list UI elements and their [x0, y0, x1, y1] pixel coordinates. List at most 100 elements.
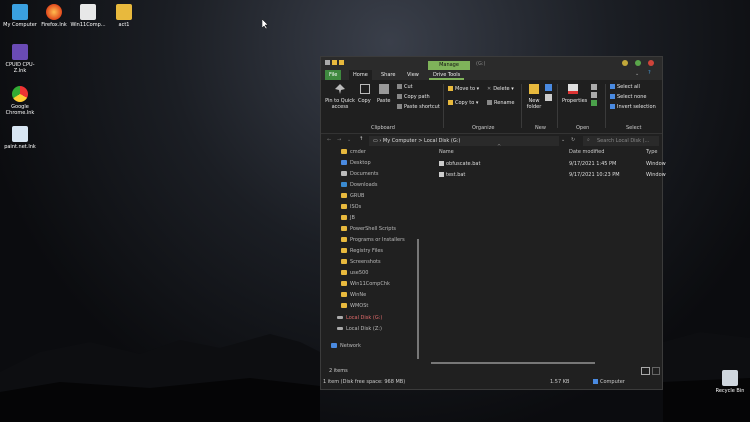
nav-item-downloads[interactable]: Downloads [341, 182, 377, 188]
group-label-open: Open [576, 125, 590, 131]
breadcrumb-local-disk[interactable]: Local Disk (G:) [424, 138, 460, 144]
nav-item-powershell-scripts[interactable]: PowerShell Scripts [341, 226, 396, 232]
delete-label: Delete [493, 86, 510, 92]
tab-drive-tools[interactable]: Drive Tools [429, 70, 465, 80]
desktop-icon-cpuz[interactable]: CPUID CPU-Z.lnk [0, 44, 40, 74]
nav-item-label: Local Disk (Z:) [346, 326, 382, 332]
nav-item-isos[interactable]: ISOs [341, 204, 361, 210]
file-row[interactable]: obfuscate.bat [439, 161, 480, 167]
address-bar[interactable]: ▭ › My Computer > Local Disk (G:) [369, 136, 559, 146]
recycle-bin-icon [722, 370, 738, 386]
nav-item-desktop[interactable]: Desktop [341, 160, 371, 166]
nav-item-use500[interactable]: use500 [341, 270, 368, 276]
paste-shortcut-button[interactable]: Paste shortcut [397, 104, 440, 110]
nav-item-label: ISOs [350, 204, 362, 210]
nav-item-label: cmder [350, 149, 366, 155]
nav-item-screenshots[interactable]: Screenshots [341, 259, 381, 265]
rename-button[interactable]: Rename [487, 100, 515, 106]
file-list-scrollbar[interactable] [431, 362, 595, 364]
select-none-button[interactable]: Select none [610, 94, 647, 100]
nav-item-label: Win11CompChk [350, 281, 390, 287]
column-header-name[interactable]: Name [439, 149, 454, 155]
tab-view[interactable]: View [403, 70, 423, 80]
nav-item-local-disk-z[interactable]: Local Disk (Z:) [337, 326, 382, 332]
navigation-scrollbar[interactable] [417, 239, 419, 359]
nav-item-win11compchk[interactable]: Win11CompChk [341, 281, 390, 287]
history-icon[interactable] [591, 100, 597, 106]
column-header-type[interactable]: Type [646, 149, 657, 155]
cut-button[interactable]: Cut [397, 84, 413, 90]
tab-home[interactable]: Home [349, 70, 372, 80]
tab-file[interactable]: File [325, 70, 342, 80]
large-icons-view-button[interactable] [652, 367, 660, 375]
address-dropdown-icon[interactable]: ⌄ [561, 137, 565, 143]
tab-share[interactable]: Share [377, 70, 399, 80]
paste-icon [379, 84, 389, 94]
up-button[interactable]: ↑ [359, 136, 363, 142]
recent-locations-button[interactable]: ⌄ [347, 137, 351, 143]
copy-to-button[interactable]: Copy to ▾ [448, 100, 478, 106]
folder-icon [341, 292, 347, 297]
nav-item-cmder[interactable]: cmder [341, 149, 366, 155]
pin-to-quick-access-button[interactable]: Pin to Quick access [324, 98, 356, 110]
paste-button[interactable]: Paste [377, 98, 391, 104]
details-view-button[interactable] [641, 367, 650, 375]
nav-item-registry-files[interactable]: Registry Files [341, 248, 383, 254]
ribbon-divider [605, 84, 606, 128]
breadcrumb-my-computer[interactable]: My Computer [383, 138, 417, 144]
desktop-icon-win11comp[interactable]: Win11Comp... [68, 4, 108, 28]
nav-item-wmost[interactable]: WMOSt [341, 303, 368, 309]
refresh-icon[interactable]: ↻ [571, 137, 575, 143]
file-date: 9/17/2021 1:45 PM [569, 161, 617, 167]
desktop-icon-label: act1 [118, 22, 130, 28]
invert-selection-label: Invert selection [617, 104, 656, 110]
folder-icon [341, 237, 347, 242]
new-item-icon[interactable] [545, 84, 552, 91]
nav-item-network[interactable]: Network [331, 343, 361, 349]
new-folder-button[interactable]: New folder [525, 98, 543, 110]
minimize-button[interactable] [622, 60, 628, 66]
desktop-icon-label: Firefox.lnk [41, 22, 67, 28]
open-icon[interactable] [591, 84, 597, 90]
nav-item-jb[interactable]: JB [341, 215, 355, 221]
quick-access-toolbar[interactable] [325, 60, 365, 66]
nav-item-local-disk-g[interactable]: Local Disk (G:) [337, 315, 382, 321]
pin-icon [335, 84, 345, 94]
folder-icon [341, 303, 347, 308]
desktop-icon-act1[interactable]: act1 [104, 4, 144, 28]
close-button[interactable] [648, 60, 654, 66]
delete-button[interactable]: ✕ Delete ▾ [487, 86, 514, 92]
nav-item-documents[interactable]: Documents [341, 171, 379, 177]
forward-button[interactable]: → [337, 137, 341, 143]
copy-path-button[interactable]: Copy path [397, 94, 430, 100]
desktop-icon-chrome[interactable]: Google Chrome.lnk [0, 86, 40, 116]
manage-context-tab[interactable]: Manage [428, 61, 470, 70]
select-all-button[interactable]: Select all [610, 84, 640, 90]
file-row[interactable]: test.bat [439, 172, 465, 178]
desktop-icon-paintnet[interactable]: paint.net.lnk [0, 126, 40, 150]
nav-item-grub[interactable]: GRUB [341, 193, 364, 199]
desktop-icon-recycle-bin[interactable]: Recycle Bin [710, 370, 750, 394]
column-header-date[interactable]: Date modified [569, 149, 604, 155]
properties-icon [568, 84, 578, 94]
folder-icon [341, 270, 347, 275]
back-button[interactable]: ← [327, 137, 331, 143]
maximize-button[interactable] [635, 60, 641, 66]
help-icon[interactable]: ? [648, 70, 651, 76]
nav-item-programs[interactable]: Programs or Installers [341, 237, 405, 243]
easy-access-icon[interactable] [545, 94, 552, 101]
group-label-select: Select [626, 125, 642, 131]
select-all-icon [610, 84, 615, 89]
move-to-button[interactable]: Move to ▾ [448, 86, 479, 92]
invert-selection-button[interactable]: Invert selection [610, 104, 656, 110]
copy-button[interactable]: Copy [358, 98, 371, 104]
edit-icon[interactable] [591, 92, 597, 98]
ribbon-collapse-icon[interactable]: ⌄ [635, 71, 639, 77]
search-input[interactable]: Search Local Disk (... [583, 136, 659, 146]
properties-button[interactable]: Properties [562, 98, 587, 104]
desktop-icon-label: Win11Comp... [70, 22, 106, 28]
nav-item-winne[interactable]: WinNe [341, 292, 366, 298]
scissors-icon [397, 84, 402, 89]
bat-file-icon [439, 172, 444, 177]
nav-item-label: Downloads [350, 182, 378, 188]
